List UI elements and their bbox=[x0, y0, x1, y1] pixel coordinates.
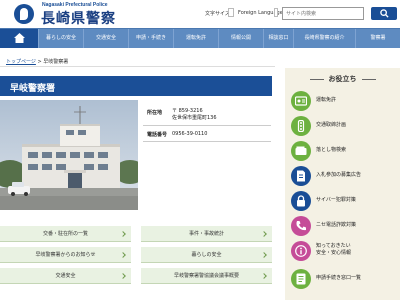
sidebar-item-label-line1: 知っておきたい bbox=[316, 243, 351, 249]
divider bbox=[143, 141, 271, 142]
nav-item-license[interactable]: 運転免許 bbox=[173, 29, 218, 48]
sidebar-title: お役立ち bbox=[285, 74, 400, 84]
breadcrumb-current: 早岐警察署 bbox=[43, 59, 69, 65]
link-incident-stats[interactable]: 事件・事故統計 bbox=[141, 226, 272, 242]
sidebar-item-label: 交通取締計画 bbox=[316, 122, 347, 128]
sidebar-item-cyber-crime[interactable]: サイバー犯罪対策 bbox=[291, 190, 400, 212]
address-value: 佐世保市重尾町136 bbox=[172, 115, 217, 121]
link-koban-list[interactable]: 交番・駐在所の一覧 bbox=[0, 226, 131, 242]
link-life-safety[interactable]: 暮らしの安全 bbox=[141, 247, 272, 263]
home-icon bbox=[14, 33, 25, 43]
breadcrumb-home-link[interactable]: トップページ bbox=[6, 59, 36, 65]
sidebar-item-bid-ads[interactable]: 入札参加の募集広告 bbox=[291, 165, 400, 187]
sidebar-item-license[interactable]: 運転免許 bbox=[291, 90, 400, 112]
sidebar-item-label: ニセ電話詐欺対策 bbox=[316, 222, 357, 228]
language-select-button[interactable] bbox=[274, 8, 278, 17]
nav-item-consultation[interactable]: 相談窓口 bbox=[263, 29, 293, 48]
nav-item-stations[interactable]: 警察署 bbox=[355, 29, 400, 48]
font-size-label: 文字サイズ bbox=[205, 11, 230, 17]
sidebar-item-label-line2: 安全・安心情報 bbox=[316, 250, 352, 256]
font-size-button[interactable] bbox=[228, 8, 234, 17]
info-icon bbox=[291, 241, 311, 261]
divider bbox=[0, 66, 275, 67]
global-nav: 暮らしの安全 交通安全 申請・手続き 運転免許 情報公開 相談窓口 長崎県警察の… bbox=[0, 28, 400, 48]
useful-links-sidebar: お役立ち 運転免許 交通取締計画 落とし物検索 入札参加の募集広告 サイバー犯罪… bbox=[285, 68, 400, 300]
sidebar-item-phone-fraud[interactable]: ニセ電話詐欺対策 bbox=[291, 215, 400, 237]
link-council-minutes[interactable]: 早岐警察署警協議会議事概要 bbox=[141, 268, 272, 284]
home-button[interactable] bbox=[0, 29, 38, 48]
id-card-icon bbox=[291, 91, 311, 111]
sidebar-item-label: 入札参加の募集広告 bbox=[316, 172, 362, 178]
page-title-bar: 早岐警察署 bbox=[0, 76, 272, 96]
link-traffic-safety[interactable]: 交通安全 bbox=[0, 268, 131, 284]
sidebar-item-label: 申請手続き窓口一覧 bbox=[316, 275, 362, 281]
site-title[interactable]: 長崎県警察 bbox=[41, 8, 116, 28]
page: Nagasaki Prefectural Police 長崎県警察 文字サイズ … bbox=[0, 0, 400, 300]
phone-label: 電話番号 bbox=[147, 132, 168, 138]
page-title: 早岐警察署 bbox=[10, 84, 56, 94]
police-station-photo bbox=[0, 100, 138, 210]
divider bbox=[143, 125, 271, 126]
lock-icon bbox=[291, 191, 311, 211]
wallet-icon bbox=[291, 141, 311, 161]
postal-code: 〒 859-3216 bbox=[172, 108, 203, 114]
address-label: 所在地 bbox=[147, 110, 163, 116]
search-input[interactable] bbox=[282, 7, 364, 20]
sidebar-item-label: サイバー犯罪対策 bbox=[316, 197, 356, 203]
nav-item-disclosure[interactable]: 情報公開 bbox=[218, 29, 263, 48]
sidebar-item-application-desks[interactable]: 申請手続き窓口一覧 bbox=[291, 268, 400, 290]
search-icon bbox=[380, 9, 389, 18]
traffic-signal-icon bbox=[291, 116, 311, 136]
sidebar-item-safety-info[interactable]: 知っておきたい 安全・安心情報 bbox=[291, 240, 400, 262]
site-header: Nagasaki Prefectural Police 長崎県警察 文字サイズ … bbox=[0, 0, 400, 28]
police-logo-icon[interactable] bbox=[14, 4, 34, 24]
sidebar-item-label: 運転免許 bbox=[316, 97, 337, 103]
building-image bbox=[0, 100, 138, 210]
nav-item-about[interactable]: 長崎県警察の紹介 bbox=[293, 29, 355, 48]
breadcrumb: トップページ > 早岐警察署 bbox=[6, 58, 68, 65]
form-icon bbox=[291, 269, 311, 289]
phone-icon bbox=[291, 216, 311, 236]
nav-item-traffic[interactable]: 交通安全 bbox=[83, 29, 128, 48]
document-icon bbox=[291, 166, 311, 186]
link-station-notices[interactable]: 早岐警察署からのお知らせ bbox=[0, 247, 131, 263]
search-button[interactable] bbox=[371, 7, 397, 20]
phone-value: 0956-39-0110 bbox=[172, 131, 208, 137]
sidebar-item-label: 知っておきたい 安全・安心情報 bbox=[316, 243, 351, 257]
nav-item-safety[interactable]: 暮らしの安全 bbox=[38, 29, 83, 48]
nav-item-procedures[interactable]: 申請・手続き bbox=[128, 29, 173, 48]
sidebar-item-lost-property[interactable]: 落とし物検索 bbox=[291, 140, 400, 162]
breadcrumb-separator: > bbox=[37, 59, 42, 65]
sidebar-item-label: 落とし物検索 bbox=[316, 147, 347, 153]
sidebar-item-traffic-enforcement[interactable]: 交通取締計画 bbox=[291, 115, 400, 137]
